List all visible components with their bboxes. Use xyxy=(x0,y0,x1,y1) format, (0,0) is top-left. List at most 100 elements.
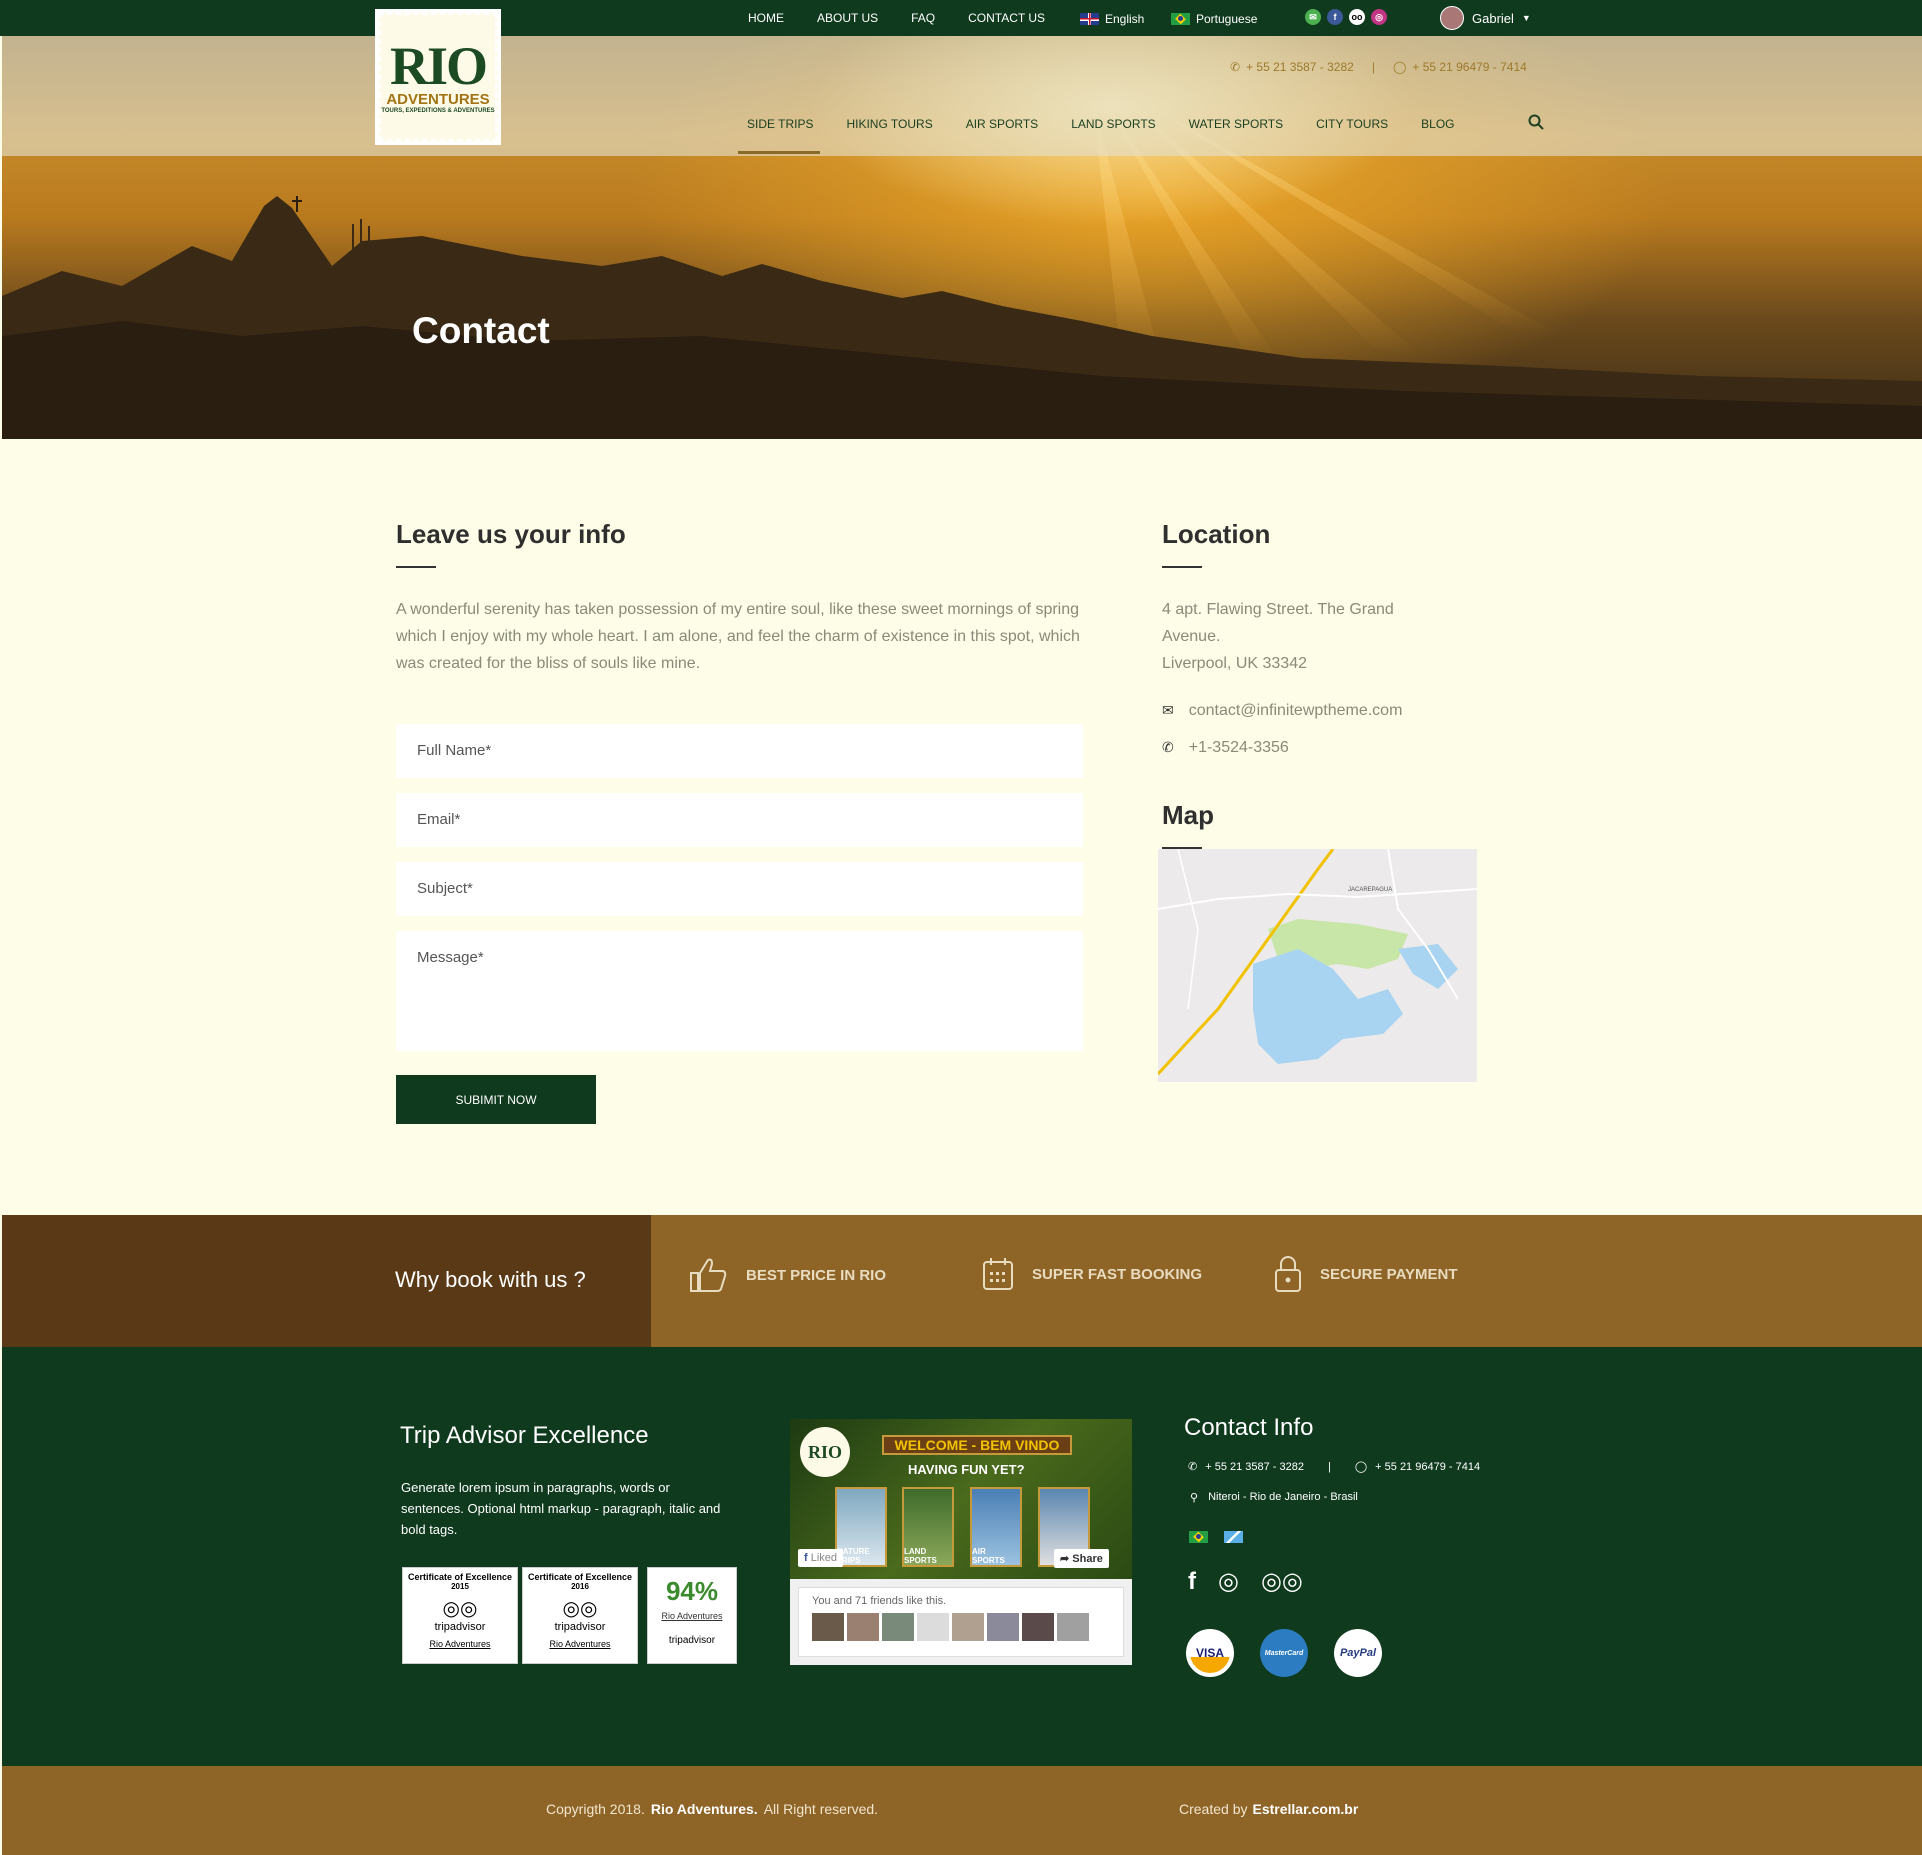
phone-icon: ✆ xyxy=(1162,739,1174,755)
email-field[interactable]: Email* xyxy=(396,793,1083,847)
map-heading: Map xyxy=(1162,800,1214,830)
badge-2016-year: 2016 xyxy=(571,1582,589,1591)
feature-fast-booking: SUPER FAST BOOKING xyxy=(982,1257,1202,1291)
top-nav-about[interactable]: ABOUT US xyxy=(817,11,878,25)
location-phone: +1-3524-3356 xyxy=(1188,739,1289,756)
owl-icon: ◎◎ xyxy=(442,1598,478,1620)
logo-subtitle: ADVENTURES xyxy=(386,91,490,108)
why-book-features: BEST PRICE IN RIO SUPER FAST BOOKING SEC… xyxy=(651,1215,1922,1347)
badge-2015[interactable]: Certificate of Excellence 2015 ◎◎ tripad… xyxy=(402,1567,518,1664)
why-book-panel: Why book with us ? xyxy=(2,1215,651,1347)
site-logo[interactable]: RIO ADVENTURES TOURS, EXPEDITIONS & ADVE… xyxy=(378,12,498,142)
credits: Created by Estrellar.com.br xyxy=(1179,1801,1358,1817)
location-email[interactable]: contact@infinitewptheme.com xyxy=(1189,697,1403,724)
email-social-icon[interactable]: ✉ xyxy=(1305,9,1321,25)
calendar-icon xyxy=(983,1258,1013,1290)
feature-secure-payment: SECURE PAYMENT xyxy=(1274,1255,1458,1293)
top-nav-contact[interactable]: CONTACT US xyxy=(968,11,1045,25)
lang-english-label: English xyxy=(1105,12,1145,26)
nav-side-trips[interactable]: SIDE TRIPS xyxy=(747,117,813,145)
map-pin-icon: ⚲ xyxy=(1190,1492,1199,1504)
fb-welcome: WELCOME - BEM VINDO xyxy=(882,1435,1072,1455)
search-icon[interactable] xyxy=(1528,114,1544,130)
brazil-flag-icon xyxy=(1171,13,1190,25)
nav-blog[interactable]: BLOG xyxy=(1421,117,1454,145)
submit-button[interactable]: SUBIMIT NOW xyxy=(396,1075,596,1124)
trip-advisor-text: Generate lorem ipsum in paragraphs, word… xyxy=(401,1480,721,1537)
facebook-widget[interactable]: RIO WELCOME - BEM VINDO HAVING FUN YET? … xyxy=(790,1419,1132,1665)
phone-separator: | xyxy=(1371,60,1375,74)
footer-whatsapp[interactable]: + 55 21 96479 - 7414 xyxy=(1375,1461,1480,1473)
copyright-brand[interactable]: Rio Adventures. xyxy=(651,1801,758,1817)
facebook-icon[interactable]: f xyxy=(1188,1568,1196,1596)
paypal-icon: PayPal xyxy=(1334,1629,1382,1677)
logo-title: RIO xyxy=(389,36,488,96)
header-phones: ✆ + 55 21 3587 - 3282 | ◯ + 55 21 96479 … xyxy=(1230,60,1527,74)
header-phone[interactable]: + 55 21 3587 - 3282 xyxy=(1246,60,1354,74)
instagram-icon[interactable]: ◎ xyxy=(1371,9,1387,25)
top-nav-faq[interactable]: FAQ xyxy=(911,11,935,25)
map-area-label: JACAREPAGUA xyxy=(1348,887,1392,893)
nav-land-sports[interactable]: LAND SPORTS xyxy=(1071,117,1155,145)
subject-placeholder: Subject* xyxy=(417,880,473,897)
header-whatsapp[interactable]: + 55 21 96479 - 7414 xyxy=(1412,60,1526,74)
why-book-title: Why book with us ? xyxy=(395,1267,586,1292)
full-name-field[interactable]: Full Name* xyxy=(396,724,1083,778)
fb-friends-text: You and 71 friends like this. xyxy=(812,1595,947,1607)
fb-share-button[interactable]: ➦ Share xyxy=(1054,1549,1109,1568)
lang-portuguese[interactable]: Portuguese xyxy=(1171,12,1257,26)
badge-2016-name: Rio Adventures xyxy=(549,1639,611,1649)
full-name-placeholder: Full Name* xyxy=(417,742,492,759)
location-address: 4 apt. Flawing Street. The Grand Avenue.… xyxy=(1162,596,1462,677)
tripadvisor-icon[interactable]: oo xyxy=(1349,9,1365,25)
address-line-3: Liverpool, UK 33342 xyxy=(1162,655,1307,672)
fb-logo: RIO xyxy=(800,1427,850,1477)
footer-phones: ✆ + 55 21 3587 - 3282 | ◯ + 55 21 96479 … xyxy=(1188,1460,1480,1474)
subject-field[interactable]: Subject* xyxy=(396,862,1083,916)
badge-2016-title: Certificate of Excellence xyxy=(527,1572,633,1582)
creator-link[interactable]: Estrellar.com.br xyxy=(1252,1801,1358,1817)
fb-liked-button[interactable]: f Liked xyxy=(798,1549,844,1567)
payment-methods: VISA MasterCard PayPal xyxy=(1186,1629,1382,1677)
badge-2016[interactable]: Certificate of Excellence 2016 ◎◎ tripad… xyxy=(522,1567,638,1664)
feature-best-price: BEST PRICE IN RIO xyxy=(688,1257,886,1293)
badge-2015-brand: tripadvisor xyxy=(434,1621,486,1633)
rating-brand: tripadvisor xyxy=(668,1635,716,1646)
badge-2015-name: Rio Adventures xyxy=(429,1639,491,1649)
rating-name: Rio Adventures xyxy=(661,1611,723,1621)
nav-active-indicator xyxy=(738,151,820,154)
message-field[interactable]: Message* xyxy=(396,931,1083,1051)
location-map[interactable]: JACAREPAGUA xyxy=(1158,849,1477,1082)
phone-icon: ✆ xyxy=(1230,60,1241,74)
lang-english[interactable]: English xyxy=(1080,12,1144,26)
facebook-icon: f xyxy=(804,1552,811,1564)
nav-hiking-tours[interactable]: HIKING TOURS xyxy=(846,117,932,145)
copyright-prefix: Copyrigth 2018. xyxy=(546,1801,645,1817)
fb-fun: HAVING FUN YET? xyxy=(908,1462,1025,1477)
nav-air-sports[interactable]: AIR SPORTS xyxy=(966,117,1038,145)
footer-phone[interactable]: + 55 21 3587 - 3282 xyxy=(1205,1461,1304,1473)
footer-social: f ◎ ◎◎ xyxy=(1188,1567,1303,1596)
user-menu[interactable]: Gabriel ▼ xyxy=(1440,6,1531,30)
main-nav: SIDE TRIPS HIKING TOURS AIR SPORTS LAND … xyxy=(747,117,1455,145)
badge-2015-title: Certificate of Excellence xyxy=(407,1572,513,1582)
visa-icon: VISA xyxy=(1186,1629,1234,1677)
lang-portuguese-label: Portuguese xyxy=(1196,12,1258,26)
nav-city-tours[interactable]: CITY TOURS xyxy=(1316,117,1388,145)
chevron-down-icon: ▼ xyxy=(1521,13,1531,23)
rating-badge[interactable]: 94% Rio Adventures tripadvisor xyxy=(647,1567,737,1664)
footer-address-row: ⚲ Niteroi - Rio de Janeiro - Brasil xyxy=(1190,1491,1358,1504)
instagram-icon[interactable]: ◎ xyxy=(1218,1567,1239,1596)
badge-2016-brand: tripadvisor xyxy=(554,1621,606,1633)
logo-tagline: TOURS, EXPEDITIONS & ADVENTURES xyxy=(381,108,495,114)
nav-water-sports[interactable]: WATER SPORTS xyxy=(1189,117,1283,145)
form-heading: Leave us your info xyxy=(396,519,626,549)
location-phone-row: ✆ +1-3524-3356 xyxy=(1162,734,1289,761)
top-nav-home[interactable]: HOME xyxy=(748,11,784,25)
form-intro: A wonderful serenity has taken possessio… xyxy=(396,601,1080,672)
tripadvisor-icon[interactable]: ◎◎ xyxy=(1261,1567,1303,1596)
facebook-icon[interactable]: f xyxy=(1327,9,1343,25)
location-heading-rule xyxy=(1162,566,1202,568)
fb-share-label: Share xyxy=(1072,1553,1103,1565)
fb-liked-label: Liked xyxy=(810,1552,838,1564)
